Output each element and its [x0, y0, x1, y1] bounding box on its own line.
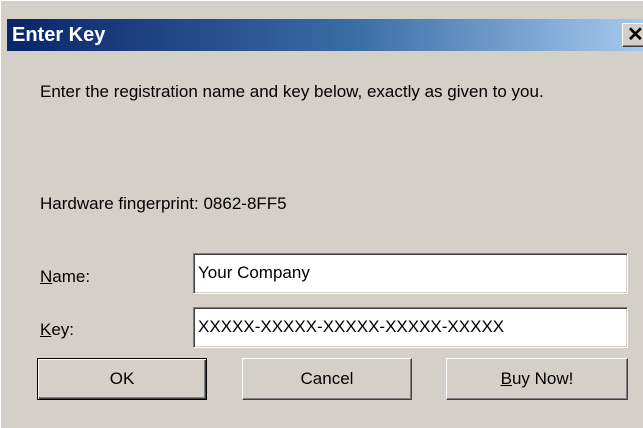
key-label: Key: [40, 317, 74, 342]
name-field[interactable] [193, 253, 628, 294]
name-input[interactable] [198, 260, 623, 286]
buy-now-accelerator: B [500, 369, 512, 388]
name-label-accelerator: N [40, 267, 53, 286]
key-input[interactable] [198, 314, 623, 340]
key-label-text: ey: [51, 320, 75, 339]
ok-button[interactable]: OK [37, 358, 207, 400]
enter-key-dialog: Enter Key ✕ Enter the registration name … [0, 0, 643, 428]
hardware-fingerprint: Hardware fingerprint: 0862-8FF5 [40, 194, 287, 213]
close-icon: ✕ [627, 24, 643, 46]
name-label-text: ame: [52, 267, 91, 286]
buy-now-button[interactable]: Buy Now! [446, 358, 628, 400]
cancel-button[interactable]: Cancel [242, 358, 412, 400]
key-field[interactable] [193, 307, 628, 348]
name-label: Name: [40, 264, 90, 289]
instructions-text: Enter the registration name and key belo… [40, 82, 544, 101]
title-bar[interactable]: Enter Key ✕ [7, 19, 643, 51]
close-button[interactable]: ✕ [622, 23, 643, 47]
key-label-accelerator: K [40, 320, 52, 339]
window-title: Enter Key [12, 24, 106, 46]
buy-now-text: uy Now! [511, 369, 574, 388]
